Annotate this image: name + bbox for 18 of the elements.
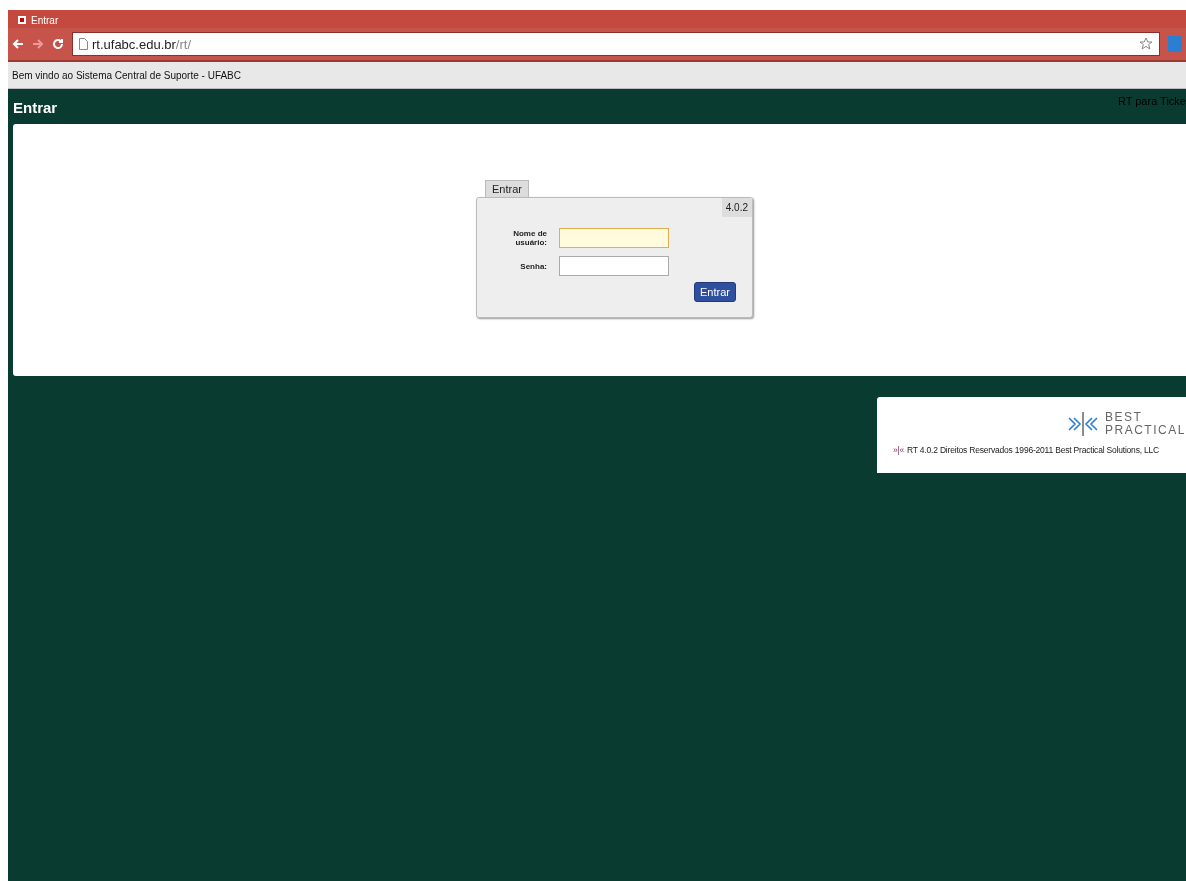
- input-field[interactable]: [559, 228, 669, 248]
- field-label: Senha:: [520, 261, 547, 271]
- logo-text: BEST PRACTICAL: [1105, 411, 1186, 437]
- forward-icon[interactable]: [32, 38, 44, 50]
- reload-icon[interactable]: [52, 38, 64, 50]
- login-tab[interactable]: Entrar: [485, 180, 529, 197]
- site-banner: Bem vindo ao Sistema Central de Suporte - UFABC: [8, 62, 1186, 89]
- input-field[interactable]: [559, 256, 669, 276]
- field-label: Nome de usuário:: [512, 229, 547, 247]
- login-button[interactable]: Entrar: [694, 282, 736, 302]
- site-tagline: RT para Ticke: [1117, 95, 1186, 107]
- copyright-text: »|« RT 4.0.2 Direitos Reservados 1996-2011 Best Practical Solutions, LLC: [893, 445, 1159, 455]
- version-label: 4.0.2: [721, 198, 752, 217]
- back-icon[interactable]: [12, 38, 24, 50]
- logo-icon: [1067, 411, 1099, 437]
- page-title: Entrar: [13, 99, 58, 116]
- address-bar[interactable]: rt.ufabc.edu.br/rt/: [72, 32, 1160, 56]
- star-icon[interactable]: [1139, 37, 1153, 51]
